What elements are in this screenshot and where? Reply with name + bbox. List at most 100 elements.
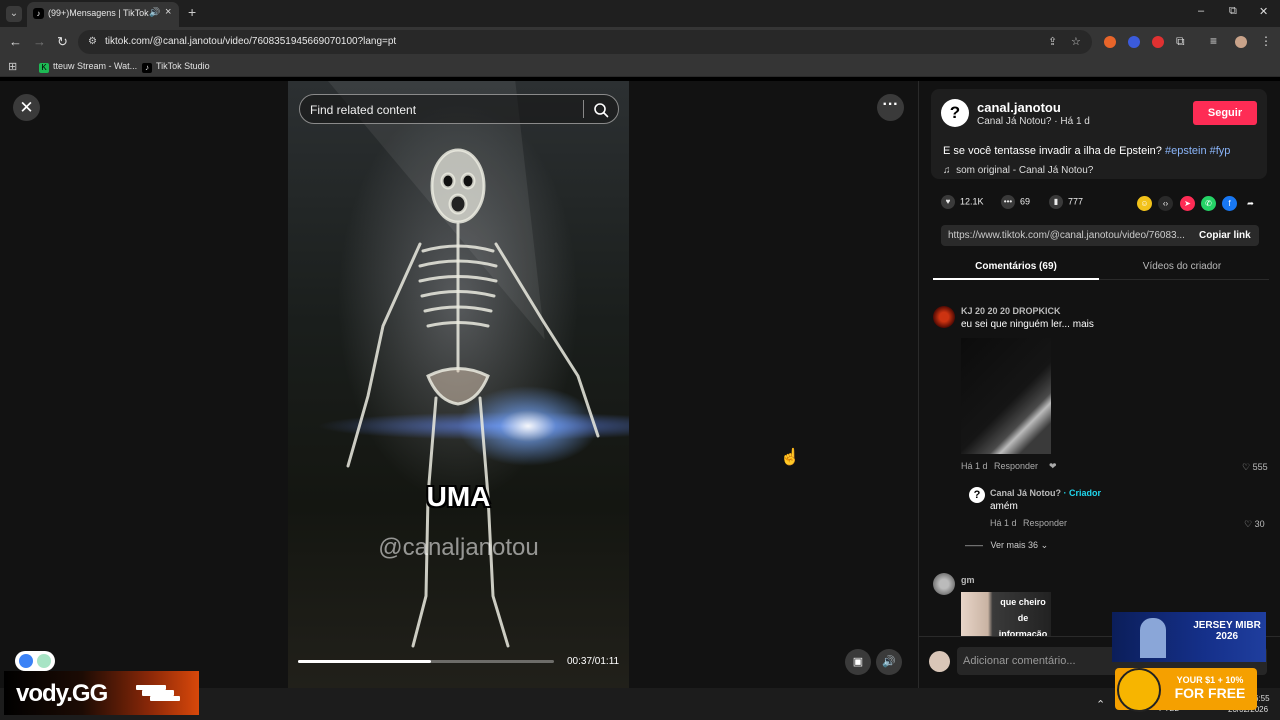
site-info-icon[interactable]: ⚙ xyxy=(88,36,97,47)
tiktok-icon: ♪ xyxy=(142,63,152,73)
bookmark-item[interactable]: Ktteuw Stream - Wat... xyxy=(39,61,137,73)
panel-tabs: Comentários (69) Vídeos do criador xyxy=(933,253,1269,280)
embed-icon[interactable]: ‹› xyxy=(1158,196,1173,211)
more-options-button[interactable]: ··· xyxy=(877,94,904,121)
minimize-button[interactable]: – xyxy=(1198,5,1204,17)
hashtags[interactable]: #epstein #fyp xyxy=(1165,145,1230,157)
new-tab-button[interactable]: + xyxy=(188,4,196,20)
author-username[interactable]: canal.janotou xyxy=(977,100,1061,115)
save-stat[interactable]: ▮ 777 xyxy=(1049,195,1083,209)
author-subtitle: Canal Já Notou? · Há 1 d xyxy=(977,116,1090,127)
comment-stat[interactable]: ••• 69 xyxy=(1001,195,1030,209)
like-count: 12.1K xyxy=(960,196,984,207)
forward-icon[interactable]: → xyxy=(33,34,46,49)
comment-image[interactable]: que cheiro de informação tirada de... xyxy=(961,592,1051,636)
progress-fill xyxy=(298,660,432,663)
maximize-button[interactable]: ⧉ xyxy=(1229,5,1237,18)
send-icon[interactable]: ➤ xyxy=(1180,196,1195,211)
extensions-puzzle-icon[interactable]: ⧉ xyxy=(1176,34,1185,49)
facebook-icon[interactable]: f xyxy=(1222,196,1237,211)
user-avatar xyxy=(929,651,950,672)
like-stat[interactable]: ♥ 12.1K xyxy=(941,195,984,209)
post-description: E se você tentasse invadir a ilha de Eps… xyxy=(943,145,1230,157)
share-arrow-icon[interactable]: ➦ xyxy=(1243,196,1258,211)
bookmark-star-icon[interactable]: ☆ xyxy=(1071,35,1081,48)
promo-line-1: YOUR $1 + 10% xyxy=(1176,675,1244,685)
jersey-ad[interactable]: JERSEY MIBR 2026 xyxy=(1112,612,1266,662)
reply-text: amém xyxy=(990,501,1018,512)
bookmark-label: tteuw Stream - Wat... xyxy=(53,61,138,71)
address-bar[interactable]: ⚙ tiktok.com/@canal.janotou/video/760835… xyxy=(78,30,1092,54)
jersey-ad-text: JERSEY MIBR 2026 xyxy=(1193,620,1261,642)
close-window-button[interactable]: ✕ xyxy=(1259,5,1268,18)
search-icon[interactable] xyxy=(592,101,610,119)
browser-menu-icon[interactable]: ⋮ xyxy=(1260,34,1272,48)
apps-grid-icon[interactable]: ⊞ xyxy=(8,60,17,73)
commenter-avatar[interactable] xyxy=(933,573,955,595)
tray-chevron-icon[interactable]: ⌃ xyxy=(1096,698,1105,711)
reload-icon[interactable]: ↻ xyxy=(57,34,68,50)
tab-creator-videos[interactable]: Vídeos do criador xyxy=(1099,261,1265,272)
comment-icon: ••• xyxy=(1001,195,1015,209)
extension-icon[interactable] xyxy=(1104,36,1116,48)
url-text[interactable]: tiktok.com/@canal.janotou/video/76083519… xyxy=(105,36,396,47)
whatsapp-icon[interactable]: ✆ xyxy=(1201,196,1216,211)
copy-link-button[interactable]: Copiar link xyxy=(1199,230,1251,241)
reply-avatar[interactable]: ? xyxy=(969,487,985,503)
view-more-replies[interactable]: —— Ver mais 36 ⌄ xyxy=(965,540,1048,551)
stream-widget-pill xyxy=(15,651,55,671)
bookmark-item[interactable]: ♪ TikTok Studio xyxy=(142,61,210,73)
status-widget-icon xyxy=(37,654,51,668)
promo-line-2: FOR FREE xyxy=(1174,685,1246,701)
music-info[interactable]: ♫ som original - Canal Já Notou? xyxy=(943,165,1093,176)
tiktok-favicon-icon: ♪ xyxy=(33,8,44,19)
install-app-icon[interactable]: ⇪ xyxy=(1048,35,1057,48)
kick-icon: K xyxy=(39,63,49,73)
promo-ad-text: YOUR $1 + 10% FOR FREE xyxy=(1165,675,1255,701)
reply-button[interactable]: Responder xyxy=(994,461,1038,471)
tab-comments[interactable]: Comentários (69) xyxy=(933,261,1099,272)
extension-icon[interactable] xyxy=(1128,36,1140,48)
comment-username[interactable]: KJ 20 20 20 DROPKICK xyxy=(961,306,1061,316)
commenter-avatar[interactable] xyxy=(933,306,955,328)
active-tab-underline xyxy=(933,278,1099,280)
video-player[interactable]: Find related content UMA @canaljanotou 0… xyxy=(288,81,629,688)
share-link-box: https://www.tiktok.com/@canal.janotou/vi… xyxy=(941,225,1259,246)
play-widget-icon xyxy=(19,654,33,668)
close-video-button[interactable]: ✕ xyxy=(13,94,40,121)
comment-image[interactable] xyxy=(961,338,1051,454)
profile-avatar[interactable] xyxy=(1235,36,1247,48)
picture-in-picture-icon[interactable]: ▣ xyxy=(845,649,871,675)
video-progress-bar[interactable] xyxy=(298,660,554,663)
creator-badge: · Criador xyxy=(1063,488,1102,498)
extension-icon[interactable] xyxy=(1152,36,1164,48)
video-watermark: @canaljanotou xyxy=(378,534,539,561)
repost-icon[interactable]: ☺ xyxy=(1137,196,1152,211)
save-count: 777 xyxy=(1068,196,1084,207)
reply-like[interactable]: ♡ 30 xyxy=(1244,519,1265,530)
tab-search-button[interactable]: ⌄ xyxy=(6,6,22,22)
comment-like-count: 555 xyxy=(1252,462,1268,472)
reply-username[interactable]: Canal Já Notou? · Criador xyxy=(990,488,1101,498)
comment-username[interactable]: gm xyxy=(961,575,975,585)
follow-button[interactable]: Seguir xyxy=(1193,101,1257,125)
comment-like[interactable]: ♡ 555 xyxy=(1242,462,1268,473)
tab-close-icon[interactable]: × xyxy=(165,6,171,18)
reading-list-icon[interactable]: ≡ xyxy=(1210,34,1217,48)
promo-ad[interactable]: YOUR $1 + 10% FOR FREE xyxy=(1115,668,1257,712)
browser-tab[interactable]: ♪ (99+)Mensagens | TikTok 🔊 × xyxy=(27,2,179,27)
tiktok-video-page: ✕ Find related content UMA @canaljanotou… xyxy=(0,81,1280,688)
back-icon[interactable]: ← xyxy=(9,34,22,49)
view-more-label: Ver mais 36 xyxy=(990,540,1039,550)
heart-icon: ♥ xyxy=(941,195,955,209)
share-link-url[interactable]: https://www.tiktok.com/@canal.janotou/vi… xyxy=(948,230,1185,241)
author-avatar[interactable]: ? xyxy=(941,99,969,127)
related-content-search[interactable]: Find related content xyxy=(299,94,619,124)
comments-list: KJ 20 20 20 DROPKICK eu sei que ninguém … xyxy=(919,286,1280,636)
description-text: E se você tentasse invadir a ilha de Eps… xyxy=(943,145,1165,157)
comment-time: Há 1 d xyxy=(961,461,988,471)
audio-playing-icon[interactable]: 🔊 xyxy=(149,7,160,18)
volume-icon[interactable]: 🔊 xyxy=(876,649,902,675)
reply-reply-button[interactable]: Responder xyxy=(1023,518,1067,528)
search-input[interactable]: Find related content xyxy=(310,103,416,117)
